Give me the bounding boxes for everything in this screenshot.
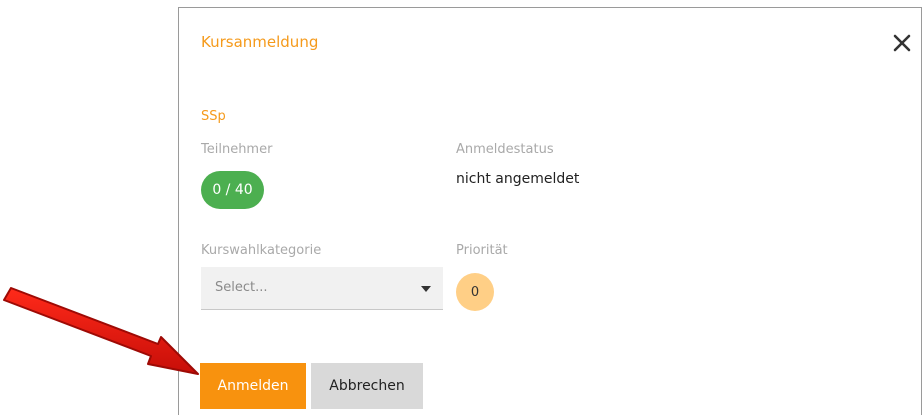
course-registration-dialog: Kursanmeldung SSp Teilnehmer 0 / 40 Anme… [178,7,922,415]
participants-label: Teilnehmer [201,142,273,157]
participants-badge: 0 / 40 [201,171,264,209]
close-icon[interactable] [891,32,913,54]
priority-badge[interactable]: 0 [456,273,494,311]
dialog-title: Kursanmeldung [201,33,319,51]
cancel-button[interactable]: Abbrechen [311,363,423,409]
select-placeholder: Select... [215,280,268,295]
register-button[interactable]: Anmelden [200,363,306,409]
registration-status-value: nicht angemeldet [456,171,580,187]
course-category-select[interactable]: Select... [201,267,443,310]
screenshot-stage: Kursanmeldung SSp Teilnehmer 0 / 40 Anme… [0,0,923,415]
course-category-label: Kurswahlkategorie [201,243,322,258]
registration-status-label: Anmeldestatus [456,142,554,157]
chevron-down-icon [421,286,431,292]
course-name: SSp [201,109,226,124]
priority-label: Priorität [456,243,508,258]
